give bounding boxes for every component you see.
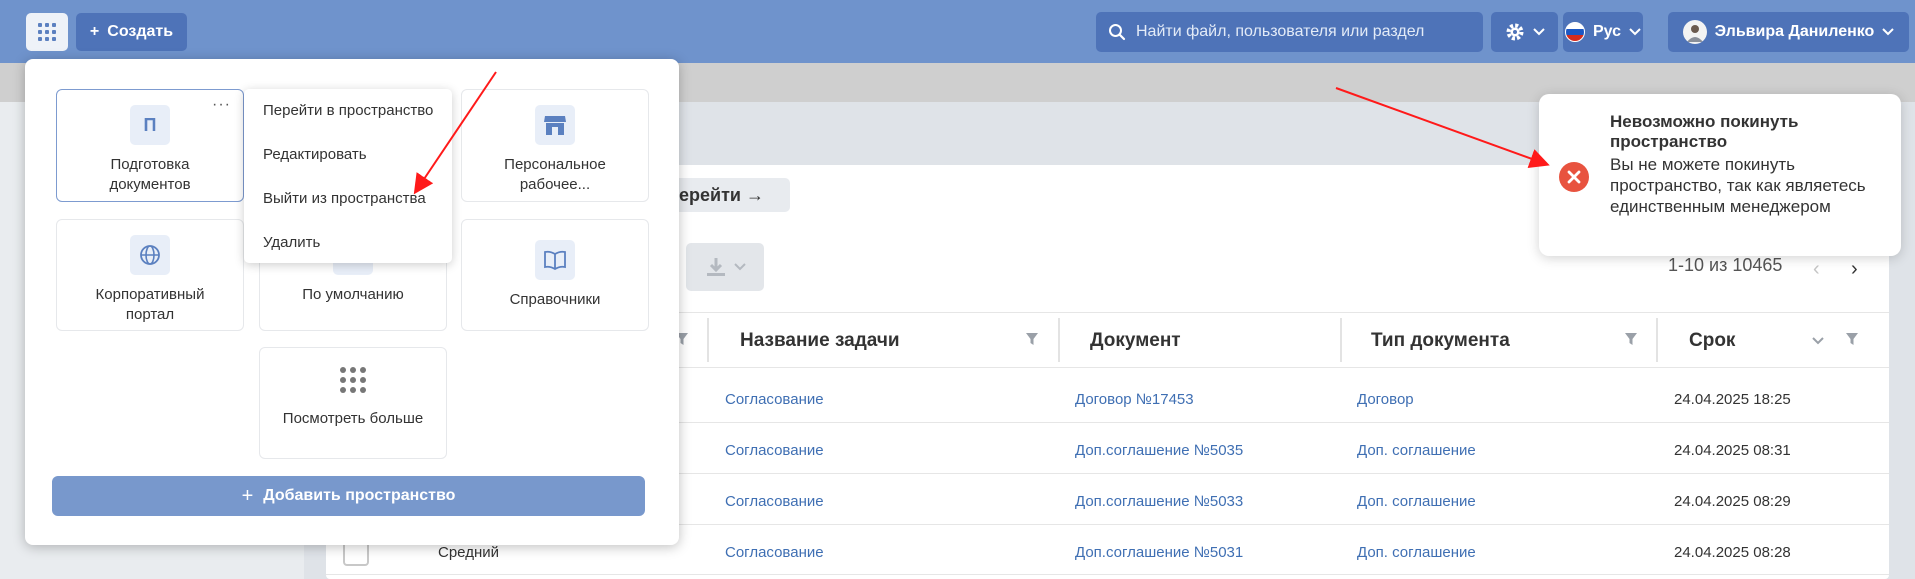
next-page-icon[interactable]: ›: [1851, 258, 1858, 281]
document-link[interactable]: Доп.соглашение №5033: [1075, 493, 1243, 510]
filter-icon[interactable]: [1845, 332, 1859, 346]
add-space-label: Добавить пространство: [263, 487, 456, 504]
chevron-down-icon: [734, 263, 746, 271]
error-toast: Невозможно покинуть пространство Вы не м…: [1539, 94, 1901, 256]
grid-icon: [38, 23, 56, 41]
column-separator[interactable]: [1058, 318, 1060, 362]
prev-page-icon[interactable]: ‹: [1813, 258, 1820, 281]
user-avatar-icon: [1686, 25, 1703, 42]
column-header-deadline[interactable]: Срок: [1689, 330, 1735, 352]
doc-type-link[interactable]: Доп. соглашение: [1357, 544, 1476, 561]
space-tile-personal[interactable]: Персональное рабочее...: [461, 89, 649, 202]
column-separator[interactable]: [1340, 318, 1342, 362]
language-selector[interactable]: Рус: [1563, 12, 1643, 52]
doc-type-link[interactable]: Доп. соглашение: [1357, 493, 1476, 510]
deadline: 24.04.2025 08:31: [1674, 442, 1791, 459]
filter-icon[interactable]: [1624, 332, 1638, 346]
user-menu-button[interactable]: Эльвира Даниленко: [1668, 12, 1909, 52]
sort-chevron-icon[interactable]: [1812, 337, 1824, 345]
gear-icon: [1506, 23, 1523, 41]
space-tile-label: Корпоративный портал: [95, 286, 205, 323]
space-tile-label: Подготовка документов: [109, 156, 191, 193]
deadline: 24.04.2025 08:28: [1674, 544, 1791, 561]
apps-menu-button[interactable]: [26, 13, 68, 51]
space-tile-directories[interactable]: Справочники: [461, 219, 649, 331]
row-divider: [326, 574, 1889, 575]
toast-message: Вы не можете покинуть пространство, так …: [1610, 155, 1866, 216]
space-tile-document-prep[interactable]: П Подготовка документов ···: [56, 89, 244, 202]
book-icon: [535, 240, 575, 280]
create-button-label: Создать: [107, 23, 174, 40]
store-icon: [535, 105, 575, 145]
language-label: Рус: [1592, 23, 1622, 40]
column-header-doc-type[interactable]: Тип документа: [1371, 330, 1510, 352]
menu-item-leave-space[interactable]: Выйти из пространства: [263, 190, 426, 207]
download-button[interactable]: [686, 243, 764, 291]
more-options-icon[interactable]: ···: [212, 96, 231, 114]
user-name: Эльвира Даниленко: [1714, 23, 1875, 40]
error-icon: [1559, 162, 1589, 192]
document-link[interactable]: Договор №17453: [1075, 391, 1194, 408]
menu-item-edit[interactable]: Редактировать: [263, 146, 367, 163]
see-more-tile[interactable]: Посмотреть больше: [259, 347, 447, 459]
deadline: 24.04.2025 18:25: [1674, 391, 1791, 408]
column-header-document[interactable]: Документ: [1090, 330, 1181, 352]
task-link[interactable]: Согласование: [725, 544, 824, 561]
priority: Средний: [438, 544, 499, 561]
create-button[interactable]: + Создать: [76, 13, 187, 51]
doc-type-link[interactable]: Доп. соглашение: [1357, 442, 1476, 459]
see-more-label: Посмотреть больше: [282, 410, 424, 427]
space-tile-label: По умолчанию: [302, 286, 404, 303]
filter-icon[interactable]: [1025, 332, 1039, 346]
column-separator[interactable]: [707, 318, 709, 362]
menu-item-delete[interactable]: Удалить: [263, 234, 320, 251]
chevron-down-icon: [1629, 28, 1641, 36]
top-bar: + Создать Рус Эльвира Даниленко: [0, 0, 1915, 63]
deadline: 24.04.2025 08:29: [1674, 493, 1791, 510]
task-link[interactable]: Согласование: [725, 493, 824, 510]
search-icon: [1109, 24, 1126, 41]
chevron-down-icon: [1532, 28, 1545, 36]
pagination-info: 1-10 из 10465: [1668, 255, 1783, 275]
space-context-menu: Перейти в пространство Редактировать Вый…: [244, 89, 452, 263]
settings-button[interactable]: [1491, 12, 1558, 52]
global-search[interactable]: [1096, 12, 1483, 52]
russia-flag-icon: [1564, 22, 1585, 42]
globe-icon: [130, 235, 170, 275]
plus-icon: +: [241, 484, 254, 507]
chevron-down-icon: [1882, 28, 1895, 36]
plus-icon: +: [89, 23, 100, 40]
task-link[interactable]: Согласование: [725, 442, 824, 459]
document-link[interactable]: Доп.соглашение №5035: [1075, 442, 1243, 459]
column-separator[interactable]: [1656, 318, 1658, 362]
add-space-button[interactable]: + Добавить пространство: [52, 476, 645, 516]
space-tile-corporate-portal[interactable]: Корпоративный портал: [56, 219, 244, 331]
column-header-task[interactable]: Название задачи: [740, 330, 900, 352]
download-icon: [707, 258, 725, 276]
menu-item-go-to-space[interactable]: Перейти в пространство: [263, 102, 433, 119]
letter-icon: П: [130, 105, 170, 145]
space-tile-label: Персональное рабочее...: [504, 156, 606, 193]
goto-button-label: Перейти →: [666, 184, 764, 205]
space-tile-label: Справочники: [509, 291, 601, 308]
task-link[interactable]: Согласование: [725, 391, 824, 408]
grid-icon: [339, 366, 367, 399]
avatar: [1682, 20, 1707, 44]
doc-type-link[interactable]: Договор: [1357, 391, 1414, 408]
document-link[interactable]: Доп.соглашение №5031: [1075, 544, 1243, 561]
toast-title: Невозможно покинуть пространство: [1610, 112, 1799, 151]
search-input[interactable]: [1136, 23, 1456, 41]
